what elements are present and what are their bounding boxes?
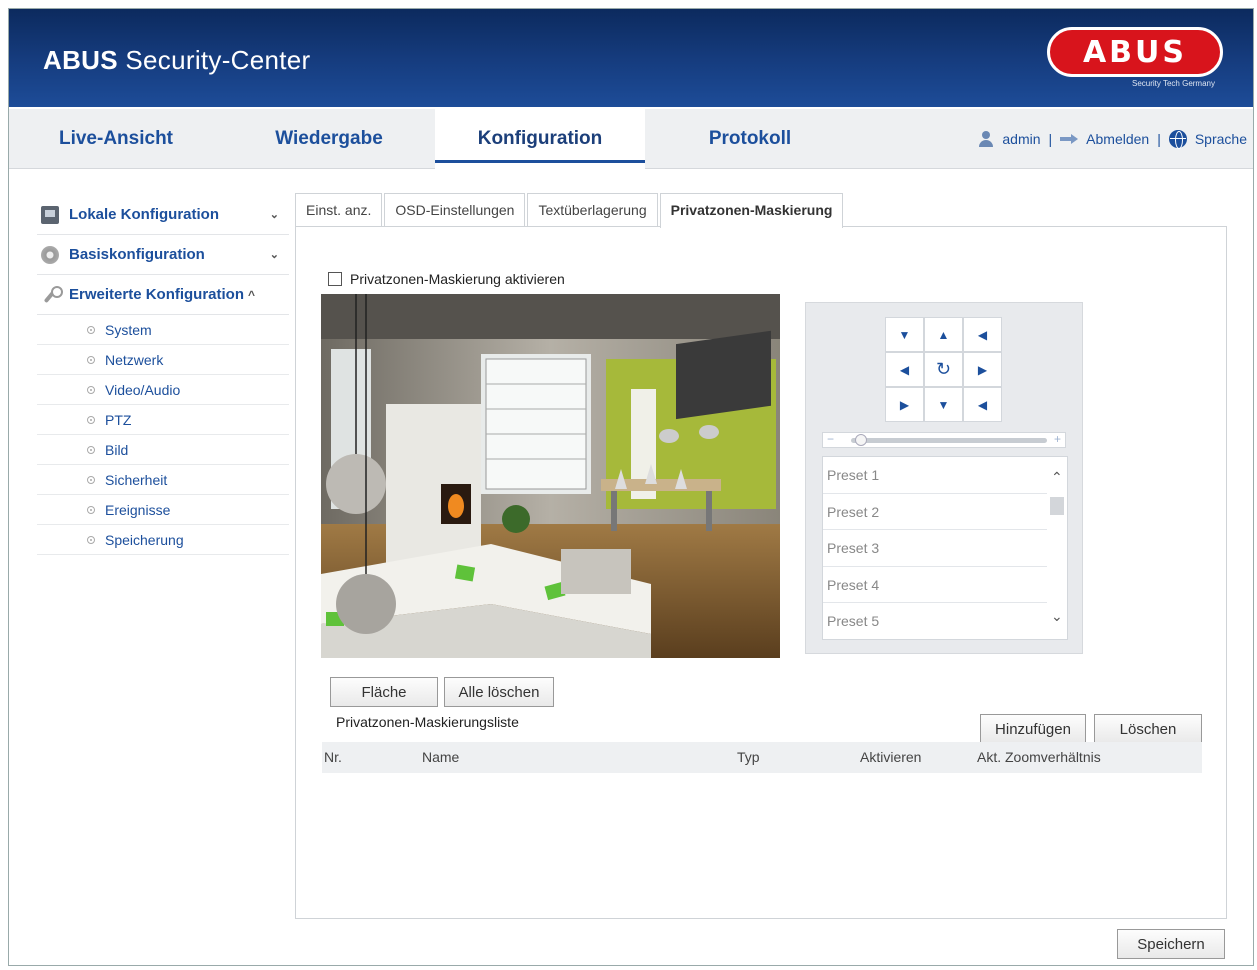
preset-item[interactable]: Preset 2: [823, 494, 1047, 531]
zoom-track[interactable]: [851, 438, 1047, 443]
sidebar-item-bild[interactable]: Bild: [37, 435, 289, 465]
column-header-aktivieren: Aktivieren: [860, 749, 922, 765]
ptz-left-button[interactable]: ◀: [885, 352, 924, 387]
logout-link[interactable]: Abmelden: [1086, 131, 1149, 147]
bullet-icon: [87, 475, 95, 484]
ptz-up-left-button[interactable]: ▼: [885, 317, 924, 352]
sidebar-section-label: Lokale Konfiguration: [69, 206, 219, 223]
ptz-down-left-button[interactable]: ▶: [885, 387, 924, 422]
zoom-slider[interactable]: − +: [822, 432, 1066, 448]
monitor-icon: [41, 205, 59, 224]
ptz-up-button[interactable]: ▲: [924, 317, 963, 352]
zoom-plus-icon[interactable]: +: [1054, 432, 1061, 446]
nav-tab-konfiguration[interactable]: Konfiguration: [435, 109, 645, 169]
ptz-right-button[interactable]: ▶: [963, 352, 1002, 387]
scroll-thumb[interactable]: [1050, 497, 1064, 515]
area-button[interactable]: Fläche: [330, 677, 438, 707]
abus-logo: ABUS Security Tech Germany: [1047, 27, 1223, 91]
ptz-direction-pad: ▼ ▲ ◀ ◀ ↻ ▶ ▶ ▼ ◀: [885, 317, 1002, 422]
sidebar-item-ptz[interactable]: PTZ: [37, 405, 289, 435]
content-panel: Privatzonen-Maskierung aktivieren ▼ ▲ ◀ …: [295, 226, 1227, 919]
chevron-up-icon: ^: [248, 287, 256, 302]
tab-einst-anz[interactable]: Einst. anz.: [295, 193, 383, 227]
user-name[interactable]: admin: [1002, 131, 1040, 147]
language-link[interactable]: Sprache: [1195, 131, 1247, 147]
privacy-mask-toggle-row: Privatzonen-Maskierung aktivieren: [328, 271, 565, 287]
sidebar-section-basiskonfiguration[interactable]: Basiskonfiguration ⌄: [37, 235, 289, 275]
ptz-up-right-button[interactable]: ◀: [963, 317, 1002, 352]
tab-privatzonen-maskierung[interactable]: Privatzonen-Maskierung: [659, 193, 844, 228]
app-title: ABUS Security-Center: [43, 45, 311, 75]
separator: |: [1157, 131, 1161, 147]
globe-icon: [1168, 130, 1187, 149]
ptz-down-button[interactable]: ▼: [924, 387, 963, 422]
bullet-icon: [87, 325, 95, 334]
bullet-icon: [87, 445, 95, 454]
chevron-down-icon: ⌄: [269, 209, 279, 221]
separator: |: [1048, 131, 1053, 147]
sidebar-section-erweiterte-konfiguration[interactable]: Erweiterte Konfiguration ^: [37, 275, 289, 315]
chevron-down-icon[interactable]: ⌄: [1051, 608, 1063, 625]
sidebar-item-ereignisse[interactable]: Ereignisse: [37, 495, 289, 525]
logout-icon: [1060, 134, 1079, 144]
sidebar-item-video-audio[interactable]: Video/Audio: [37, 375, 289, 405]
header-banner: ABUS Security-Center ABUS Security Tech …: [9, 9, 1253, 107]
sidebar-section-lokale-konfiguration[interactable]: Lokale Konfiguration ⌄: [37, 195, 289, 235]
preset-item[interactable]: Preset 4: [823, 567, 1047, 604]
sidebar-item-netzwerk[interactable]: Netzwerk: [37, 345, 289, 375]
bullet-icon: [87, 355, 95, 364]
column-header-typ: Typ: [737, 749, 760, 765]
sidebar-section-label: Basiskonfiguration: [69, 246, 205, 263]
preset-item[interactable]: Preset 3: [823, 530, 1047, 567]
user-icon: [978, 131, 994, 147]
sidebar-item-system[interactable]: System: [37, 315, 289, 345]
column-header-nr: Nr.: [324, 749, 342, 765]
add-button[interactable]: Hinzufügen: [980, 714, 1086, 744]
preset-item[interactable]: Preset 1: [823, 457, 1047, 494]
config-tabs: Einst. anz. OSD-Einstellungen Textüberla…: [295, 193, 845, 228]
main-nav: Live-Ansicht Wiedergabe Konfiguration Pr…: [9, 109, 1253, 169]
zoom-thumb[interactable]: [854, 434, 867, 446]
bullet-icon: [87, 415, 95, 424]
video-preview[interactable]: [321, 294, 780, 658]
sidebar-section-label: Erweiterte Konfiguration: [69, 286, 245, 303]
delete-button[interactable]: Löschen: [1094, 714, 1202, 744]
preset-list: Preset 1 Preset 2 Preset 3 Preset 4 Pres…: [822, 456, 1068, 640]
sidebar-item-sicherheit[interactable]: Sicherheit: [37, 465, 289, 495]
preset-item[interactable]: Preset 5: [823, 603, 1047, 640]
sidebar: Lokale Konfiguration ⌄ Basiskonfiguratio…: [37, 195, 289, 555]
ptz-auto-button[interactable]: ↻: [924, 352, 963, 387]
preset-scrollbar[interactable]: ⌃ ⌄: [1047, 457, 1067, 639]
column-header-name: Name: [422, 749, 460, 765]
save-button[interactable]: Speichern: [1117, 929, 1225, 959]
clear-all-button[interactable]: Alle löschen: [444, 677, 554, 707]
nav-tab-wiedergabe[interactable]: Wiedergabe: [223, 109, 435, 169]
bullet-icon: [87, 535, 95, 544]
gear-icon: [41, 245, 59, 264]
privacy-mask-checkbox-label[interactable]: Privatzonen-Maskierung aktivieren: [350, 271, 565, 287]
nav-tab-live-ansicht[interactable]: Live-Ansicht: [9, 109, 223, 169]
ptz-control-panel: ▼ ▲ ◀ ◀ ↻ ▶ ▶ ▼ ◀ − + Preset 1 Preset 2 …: [805, 302, 1083, 654]
nav-tab-protokoll[interactable]: Protokoll: [645, 109, 855, 169]
ptz-down-right-button[interactable]: ◀: [963, 387, 1002, 422]
user-menu: admin | Abmelden | Sprache: [978, 109, 1247, 169]
zoom-minus-icon[interactable]: −: [827, 432, 834, 446]
bullet-icon: [87, 505, 95, 514]
column-header-zoom: Akt. Zoomverhältnis: [977, 749, 1101, 765]
tab-textueberlagerung[interactable]: Textüberlagerung: [527, 193, 658, 227]
mask-list-header: Nr. Name Typ Aktivieren Akt. Zoomverhält…: [322, 742, 1202, 773]
privacy-mask-checkbox[interactable]: [328, 272, 342, 286]
tab-osd-einstellungen[interactable]: OSD-Einstellungen: [384, 193, 526, 227]
mask-list-title: Privatzonen-Maskierungsliste: [336, 714, 519, 730]
chevron-down-icon: ⌄: [269, 249, 279, 261]
wrench-icon: [41, 285, 63, 304]
bullet-icon: [87, 385, 95, 394]
sidebar-item-speicherung[interactable]: Speicherung: [37, 525, 289, 555]
app-window: ABUS Security-Center ABUS Security Tech …: [8, 8, 1254, 966]
chevron-up-icon[interactable]: ⌃: [1051, 469, 1063, 486]
